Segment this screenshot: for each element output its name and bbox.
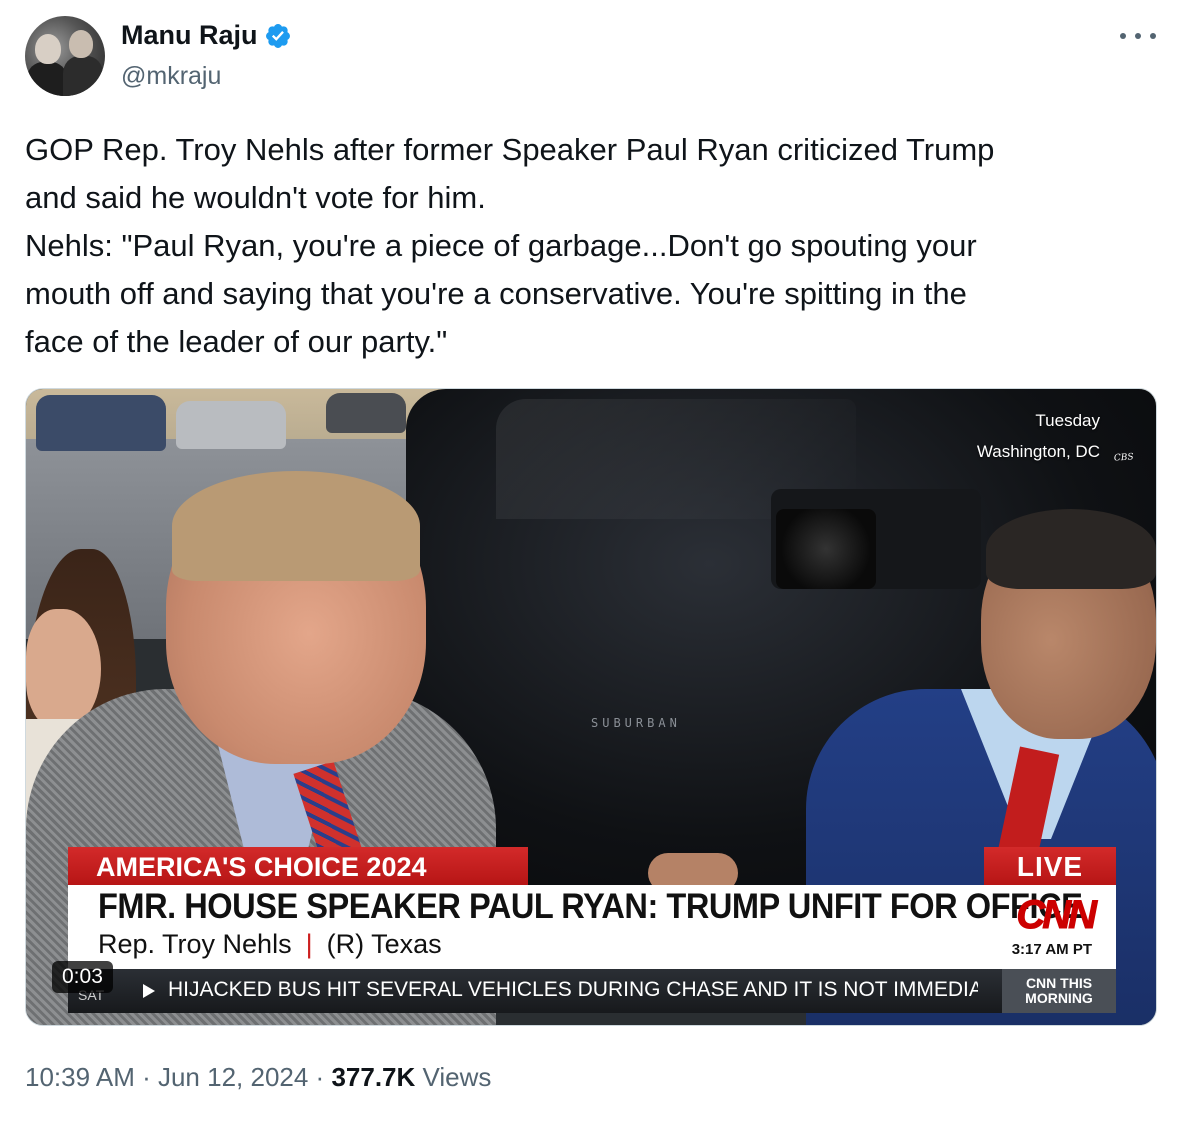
chyron-headline: FMR. HOUSE SPEAKER PAUL RYAN: TRUMP UNFI… bbox=[98, 887, 1083, 926]
dateline-day: Tuesday bbox=[1035, 411, 1100, 430]
suv-badge-text: SUBURBAN bbox=[591, 716, 681, 730]
avatar-face bbox=[69, 30, 93, 58]
avatar-figure bbox=[63, 56, 103, 96]
tweet-text-line: and said he wouldn't vote for him. bbox=[25, 180, 486, 215]
author-name-row[interactable]: Manu Raju bbox=[121, 20, 292, 51]
dateline-place: Washington, DC bbox=[976, 442, 1100, 461]
more-dot bbox=[1120, 33, 1126, 39]
meta-separator: · bbox=[134, 1062, 158, 1092]
tweet-text: GOP Rep. Troy Nehls after former Speaker… bbox=[25, 126, 1145, 366]
dateline: Tuesday Washington, DC bbox=[977, 405, 1100, 467]
views-label: Views bbox=[415, 1062, 492, 1092]
video-player[interactable]: SUBURBAN Tuesday Washington, DC CBS AMER… bbox=[25, 388, 1157, 1026]
chyron-name: Rep. Troy Nehls bbox=[98, 929, 292, 959]
tweet-text-line: face of the leader of our party." bbox=[25, 324, 448, 359]
show-name-line: MORNING bbox=[1025, 990, 1093, 1006]
chyron-separator: | bbox=[305, 929, 313, 959]
avatar-face bbox=[35, 34, 61, 64]
parked-car bbox=[326, 393, 406, 433]
nehls-hair bbox=[172, 471, 420, 581]
more-options-icon[interactable] bbox=[1120, 24, 1156, 48]
author-handle[interactable]: @mkraju bbox=[121, 62, 221, 91]
chyron-subline: Rep. Troy Nehls | (R) Texas bbox=[98, 929, 442, 960]
video-elapsed-time: 0:03 bbox=[52, 961, 113, 993]
ticker-arrow-icon bbox=[143, 984, 155, 998]
tweet-time[interactable]: 10:39 AM bbox=[25, 1062, 135, 1092]
parked-car bbox=[36, 395, 166, 451]
author-avatar[interactable] bbox=[25, 16, 105, 96]
meta-separator: · bbox=[308, 1062, 332, 1092]
mic-flag-text: CBS bbox=[1113, 452, 1134, 464]
views-count[interactable]: 377.7K bbox=[331, 1062, 415, 1092]
verified-badge-icon[interactable] bbox=[264, 22, 292, 50]
more-dot bbox=[1135, 33, 1141, 39]
news-ticker: HIJACKED BUS HIT SEVERAL VEHICLES DURING… bbox=[68, 969, 1116, 1013]
chyron-clock: 3:17 AM PT bbox=[1011, 941, 1092, 958]
tweet-meta: 10:39 AM · Jun 12, 2024 · 377.7K Views bbox=[25, 1062, 491, 1093]
chyron-party-state: (R) Texas bbox=[326, 929, 442, 959]
tweet-date[interactable]: Jun 12, 2024 bbox=[158, 1062, 308, 1092]
chyron-lower-third: FMR. HOUSE SPEAKER PAUL RYAN: TRUMP UNFI… bbox=[68, 885, 1116, 969]
show-name: CNN THIS MORNING bbox=[1002, 969, 1116, 1013]
correspondent-hair bbox=[986, 509, 1156, 589]
tweet-text-line: GOP Rep. Troy Nehls after former Speaker… bbox=[25, 132, 995, 167]
live-badge: LIVE bbox=[984, 847, 1116, 887]
camera-lens bbox=[776, 509, 876, 589]
avatar-figure bbox=[27, 62, 67, 96]
tweet-text-line: mouth off and saying that you're a conse… bbox=[25, 276, 967, 311]
more-dot bbox=[1150, 33, 1156, 39]
parked-car bbox=[176, 401, 286, 449]
chyron-banner: AMERICA'S CHOICE 2024 bbox=[68, 847, 528, 887]
tweet-text-line: Nehls: "Paul Ryan, you're a piece of gar… bbox=[25, 228, 977, 263]
ticker-text: HIJACKED BUS HIT SEVERAL VEHICLES DURING… bbox=[168, 978, 978, 1001]
cnn-logo: CNN bbox=[1016, 893, 1098, 938]
show-name-line: CNN THIS bbox=[1025, 975, 1093, 991]
author-display-name[interactable]: Manu Raju bbox=[121, 20, 258, 51]
